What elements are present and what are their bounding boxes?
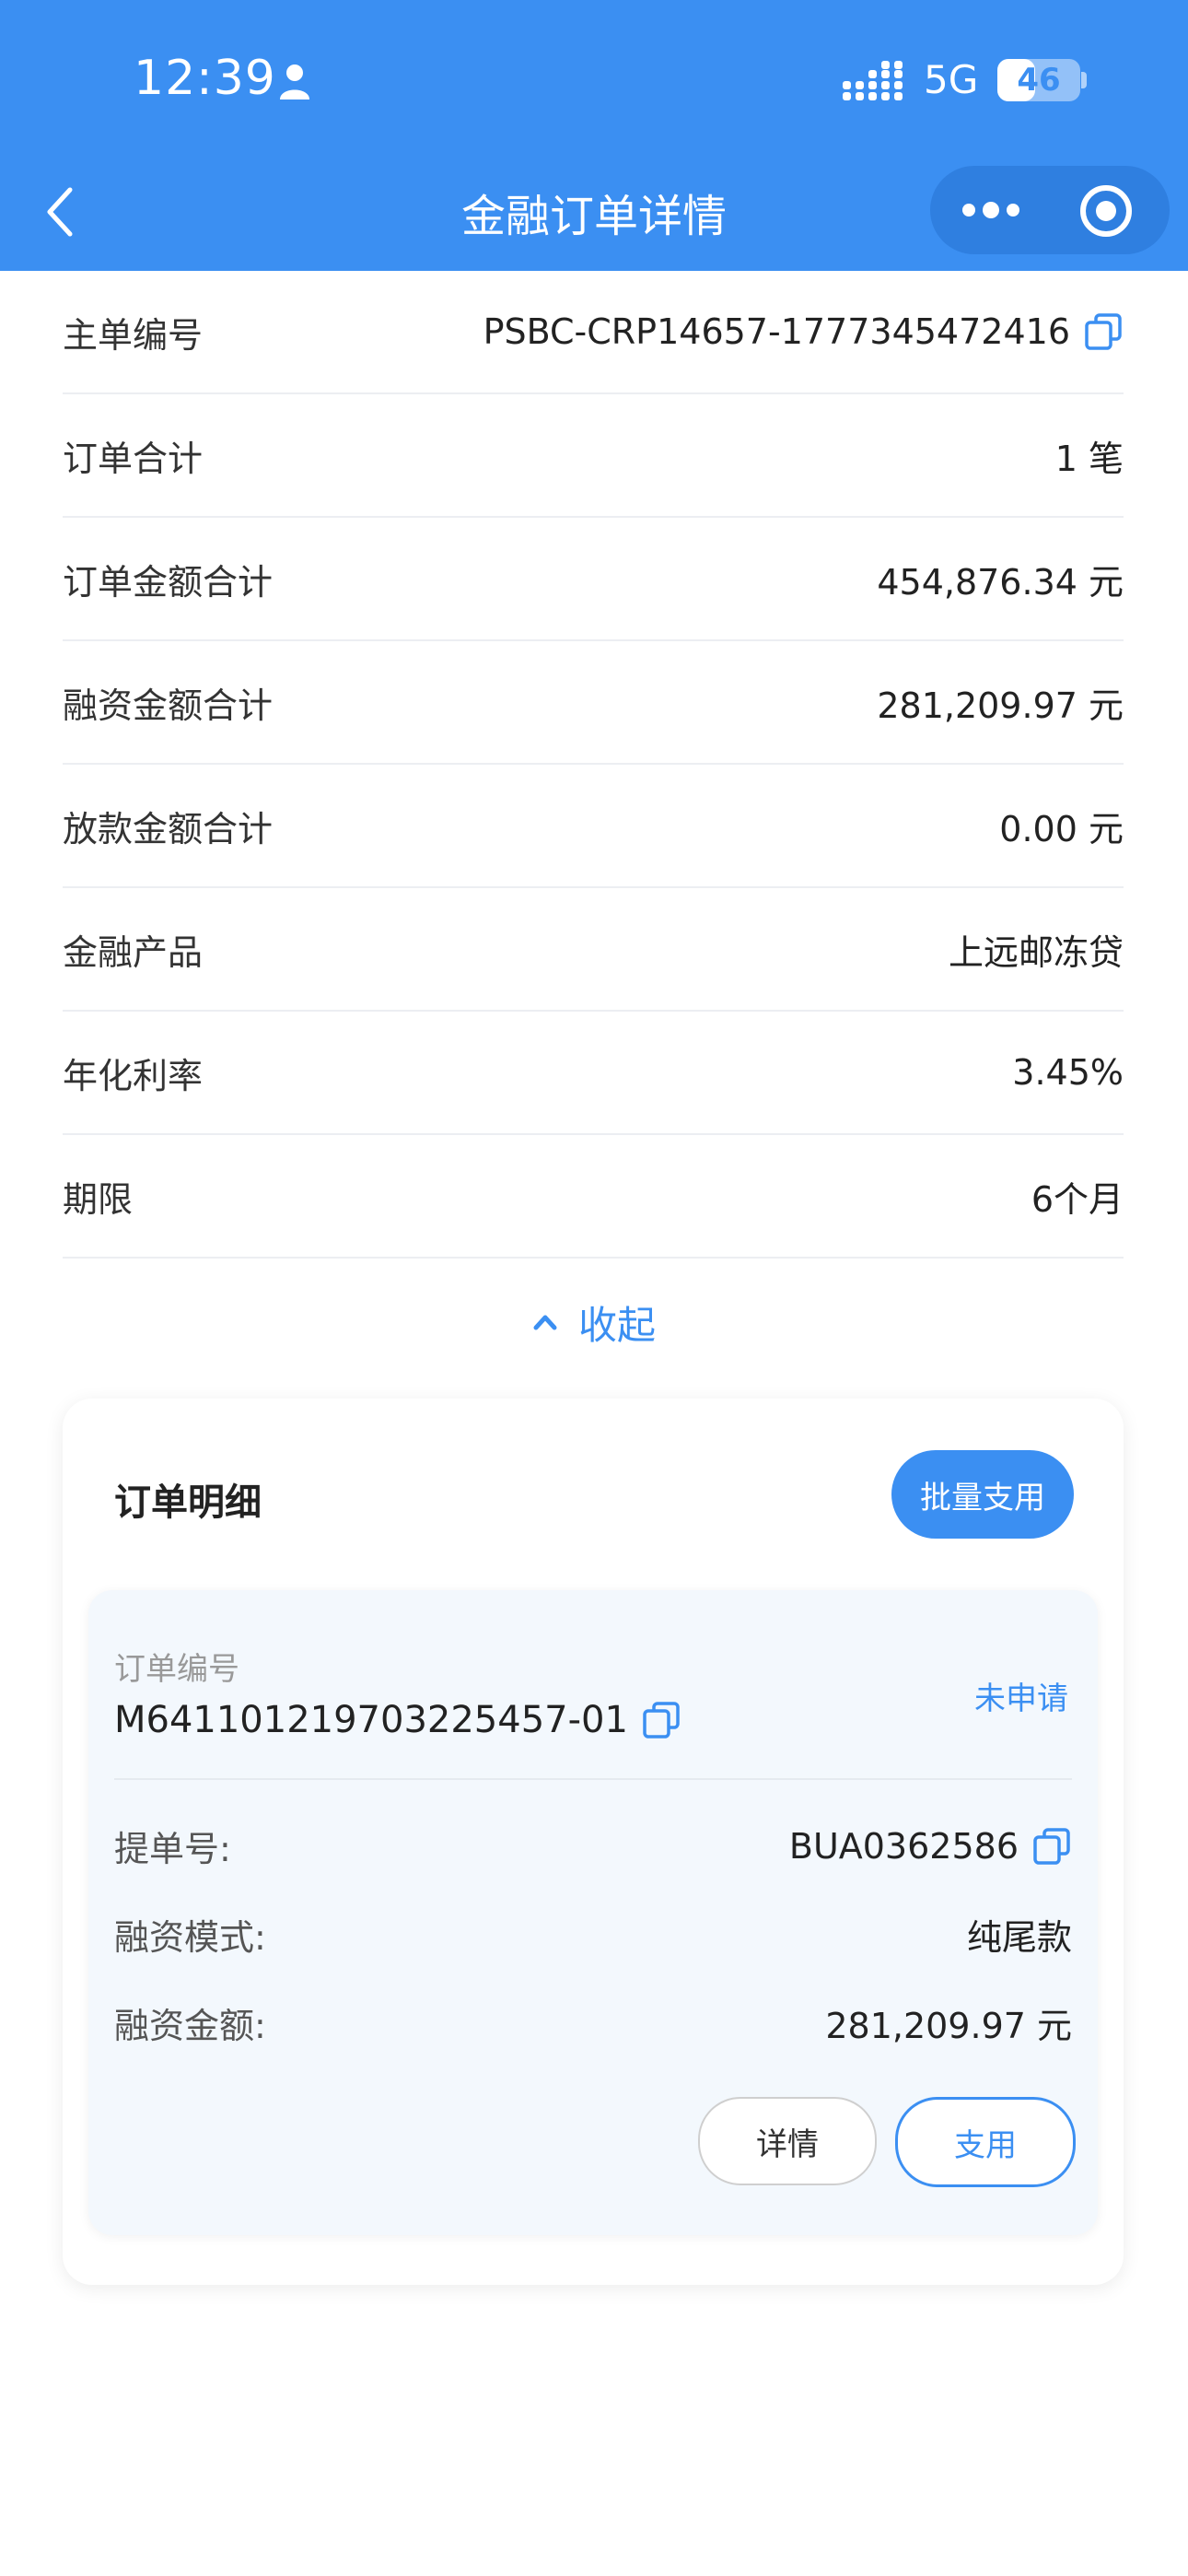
order-detail-card: 订单明细 批量支用 订单编号 M641101219703225457-01 未申… <box>63 1399 1124 2285</box>
copy-icon[interactable] <box>1083 311 1124 352</box>
summary-row-order-count: 订单合计 1 笔 <box>63 394 1124 518</box>
order-no-label: 订单编号 <box>114 1651 239 1688</box>
order-no-value: M641101219703225457-01 <box>114 1699 628 1741</box>
detail-button[interactable]: 详情 <box>698 2097 877 2185</box>
row-label: 放款金额合计 <box>63 808 274 849</box>
row-label: 融资金额合计 <box>63 685 274 726</box>
summary-row-product: 金融产品 上远邮冻贷 <box>63 888 1124 1012</box>
person-icon <box>280 64 309 100</box>
field-label: 提单号: <box>114 1829 231 1869</box>
row-value: 6个月 <box>1031 1178 1124 1220</box>
copy-icon[interactable] <box>1031 1826 1072 1867</box>
battery-icon: 46 <box>997 59 1080 101</box>
status-time: 12:39 <box>134 51 276 106</box>
collapse-label: 收起 <box>577 1302 656 1348</box>
row-label: 订单金额合计 <box>63 561 274 603</box>
status-badge: 未申请 <box>974 1680 1068 1717</box>
summary-row-main-order: 主单编号 PSBC-CRP14657-1777345472416 <box>63 271 1124 394</box>
batch-use-button[interactable]: 批量支用 <box>891 1450 1074 1539</box>
field-value: BUA0362586 <box>788 1825 1019 1867</box>
copy-icon[interactable] <box>641 1700 681 1740</box>
network-label: 5G <box>924 57 979 102</box>
field-financing-amount: 融资金额: 281,209.97 元 <box>114 1997 1072 2048</box>
row-label: 年化利率 <box>63 1055 204 1096</box>
row-value: 0.00 元 <box>999 808 1124 849</box>
signal-icon <box>843 61 903 100</box>
row-label: 订单合计 <box>63 438 204 479</box>
summary-row-term: 期限 6个月 <box>63 1135 1124 1259</box>
divider <box>114 1778 1072 1780</box>
row-value: 1 笔 <box>1054 438 1124 479</box>
summary-row-loan-amount: 放款金额合计 0.00 元 <box>63 765 1124 888</box>
field-value: 纯尾款 <box>966 1917 1072 1958</box>
use-button[interactable]: 支用 <box>895 2097 1076 2187</box>
field-financing-mode: 融资模式: 纯尾款 <box>114 1909 1072 1960</box>
summary-list: 主单编号 PSBC-CRP14657-1777345472416 订单合计 1 … <box>63 271 1124 1259</box>
field-label: 融资金额: <box>114 2006 266 2046</box>
target-icon[interactable] <box>1077 182 1135 240</box>
order-item-card: 订单编号 M641101219703225457-01 未申请 提单号: BUA… <box>88 1590 1098 2235</box>
summary-row-order-amount: 订单金额合计 454,876.34 元 <box>63 518 1124 641</box>
collapse-button[interactable]: 收起 <box>0 1271 1188 1373</box>
row-value: PSBC-CRP14657-1777345472416 <box>483 311 1070 352</box>
chevron-up-icon <box>533 1315 557 1330</box>
field-label: 融资模式: <box>114 1917 266 1958</box>
row-value: 281,209.97 元 <box>877 685 1124 726</box>
top-bar: 12:39 5G 46 金融订单详情 <box>0 0 1188 271</box>
battery-tip <box>1081 72 1087 88</box>
summary-row-rate: 年化利率 3.45% <box>63 1012 1124 1135</box>
row-value: 3.45% <box>1012 1052 1124 1093</box>
row-label: 期限 <box>63 1178 134 1220</box>
row-value: 454,876.34 元 <box>877 561 1124 603</box>
row-value: 上远邮冻贷 <box>948 931 1124 973</box>
summary-row-financing-amount: 融资金额合计 281,209.97 元 <box>63 641 1124 765</box>
order-detail-title: 订单明细 <box>114 1481 262 1524</box>
field-bill-no: 提单号: BUA0362586 <box>114 1821 1072 1871</box>
row-label: 主单编号 <box>63 314 204 356</box>
field-value: 281,209.97 元 <box>825 2006 1072 2046</box>
row-label: 金融产品 <box>63 931 204 973</box>
battery-label: 46 <box>1017 62 1061 99</box>
more-dots-icon[interactable] <box>958 192 1024 228</box>
